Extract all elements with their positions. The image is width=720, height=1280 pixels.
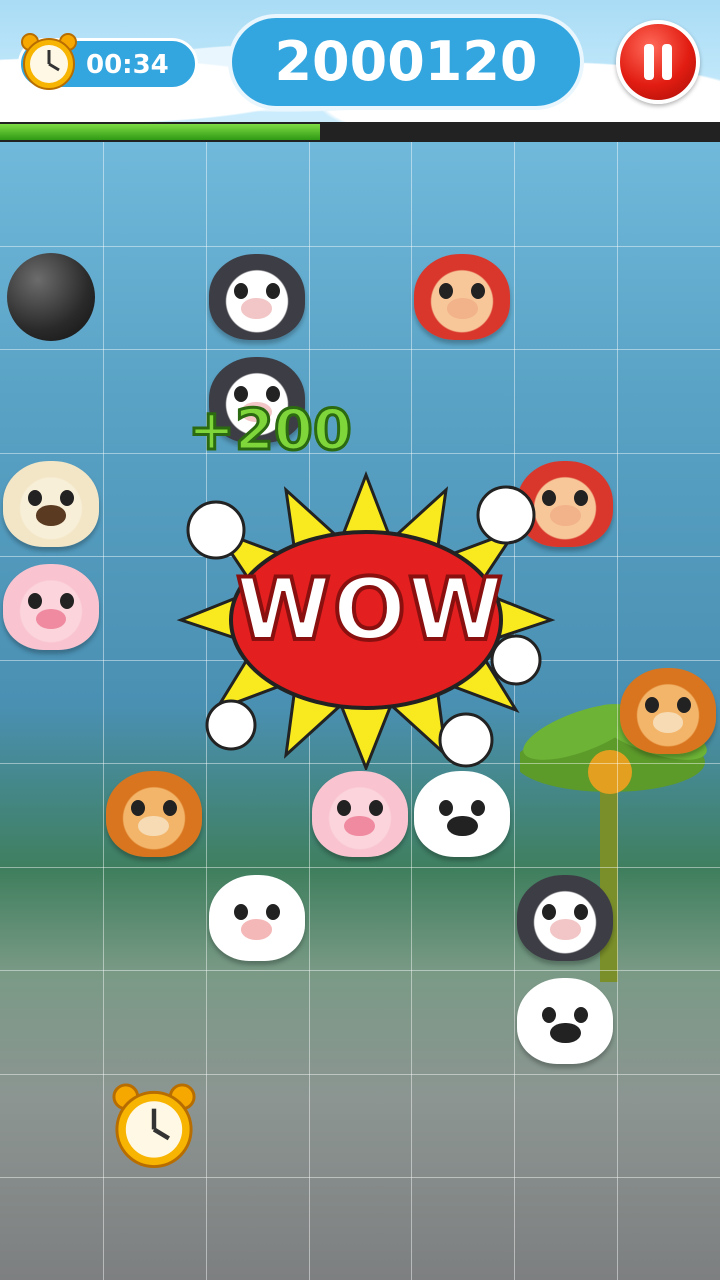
eye <box>336 800 351 817</box>
eye <box>27 489 42 506</box>
dog-icon <box>3 460 99 547</box>
cat-icon <box>517 874 614 961</box>
time-progress-fill <box>0 124 321 140</box>
eye <box>645 696 660 713</box>
snout <box>549 919 581 940</box>
eye <box>27 593 42 610</box>
cow-icon <box>208 874 305 961</box>
eye <box>574 489 589 506</box>
time-progress-bar <box>0 122 720 142</box>
snout <box>241 919 273 940</box>
bear-icon <box>105 771 202 857</box>
tile-panda[interactable] <box>412 764 512 864</box>
snout <box>447 298 478 319</box>
grid-line <box>0 349 720 350</box>
tile-pig[interactable] <box>310 764 410 864</box>
monkey-icon <box>414 253 511 340</box>
tile-cat[interactable] <box>515 868 615 968</box>
snout <box>241 298 273 319</box>
snout <box>35 505 67 526</box>
tile-pig[interactable] <box>1 557 101 657</box>
snout <box>447 815 478 837</box>
score-value: 2000120 <box>274 30 538 93</box>
pause-button[interactable] <box>616 20 700 104</box>
grid-line <box>0 1177 720 1178</box>
eye <box>439 800 454 817</box>
eye <box>677 696 692 713</box>
tile-panda[interactable] <box>515 971 615 1071</box>
eye <box>130 800 145 817</box>
combo-text: WOW <box>234 558 505 662</box>
snout <box>35 608 67 630</box>
grid-line <box>0 245 720 247</box>
snout <box>549 1022 581 1044</box>
points-popup: +200 <box>187 397 354 465</box>
alarm-clock-icon <box>21 33 77 90</box>
tile-dog[interactable] <box>1 454 101 554</box>
eye <box>439 282 454 299</box>
panda-icon <box>414 771 511 857</box>
eye <box>60 593 75 610</box>
eye <box>233 903 248 920</box>
tile-bomb[interactable] <box>1 247 101 347</box>
eye <box>60 489 75 506</box>
snout <box>344 815 375 837</box>
eye <box>574 903 589 920</box>
eye <box>542 903 557 920</box>
cat-icon <box>208 253 305 340</box>
eye <box>162 800 177 817</box>
tile-bear[interactable] <box>104 764 204 864</box>
tile-monkey[interactable] <box>412 247 512 347</box>
eye <box>233 282 248 299</box>
pig-icon <box>3 564 99 650</box>
eye <box>574 1007 589 1024</box>
panda-icon <box>517 978 614 1064</box>
snout <box>138 815 170 837</box>
tile-bear[interactable] <box>618 661 718 761</box>
eye <box>265 903 280 920</box>
snout <box>652 712 684 733</box>
bear-icon <box>620 667 717 754</box>
tile-cow[interactable] <box>207 868 307 968</box>
eye <box>368 800 383 817</box>
bomb-icon <box>7 252 95 341</box>
tile-alarm-clock[interactable] <box>104 1075 204 1175</box>
timer-value: 00:34 <box>86 50 169 80</box>
eye <box>542 1007 557 1024</box>
pig-icon <box>311 771 408 857</box>
eye <box>471 282 486 299</box>
hud-bar: 00:34 2000120 <box>0 0 720 122</box>
tile-cat[interactable] <box>207 247 307 347</box>
eye <box>471 800 486 817</box>
alarm-clock-icon <box>112 1082 196 1168</box>
eye <box>265 282 280 299</box>
